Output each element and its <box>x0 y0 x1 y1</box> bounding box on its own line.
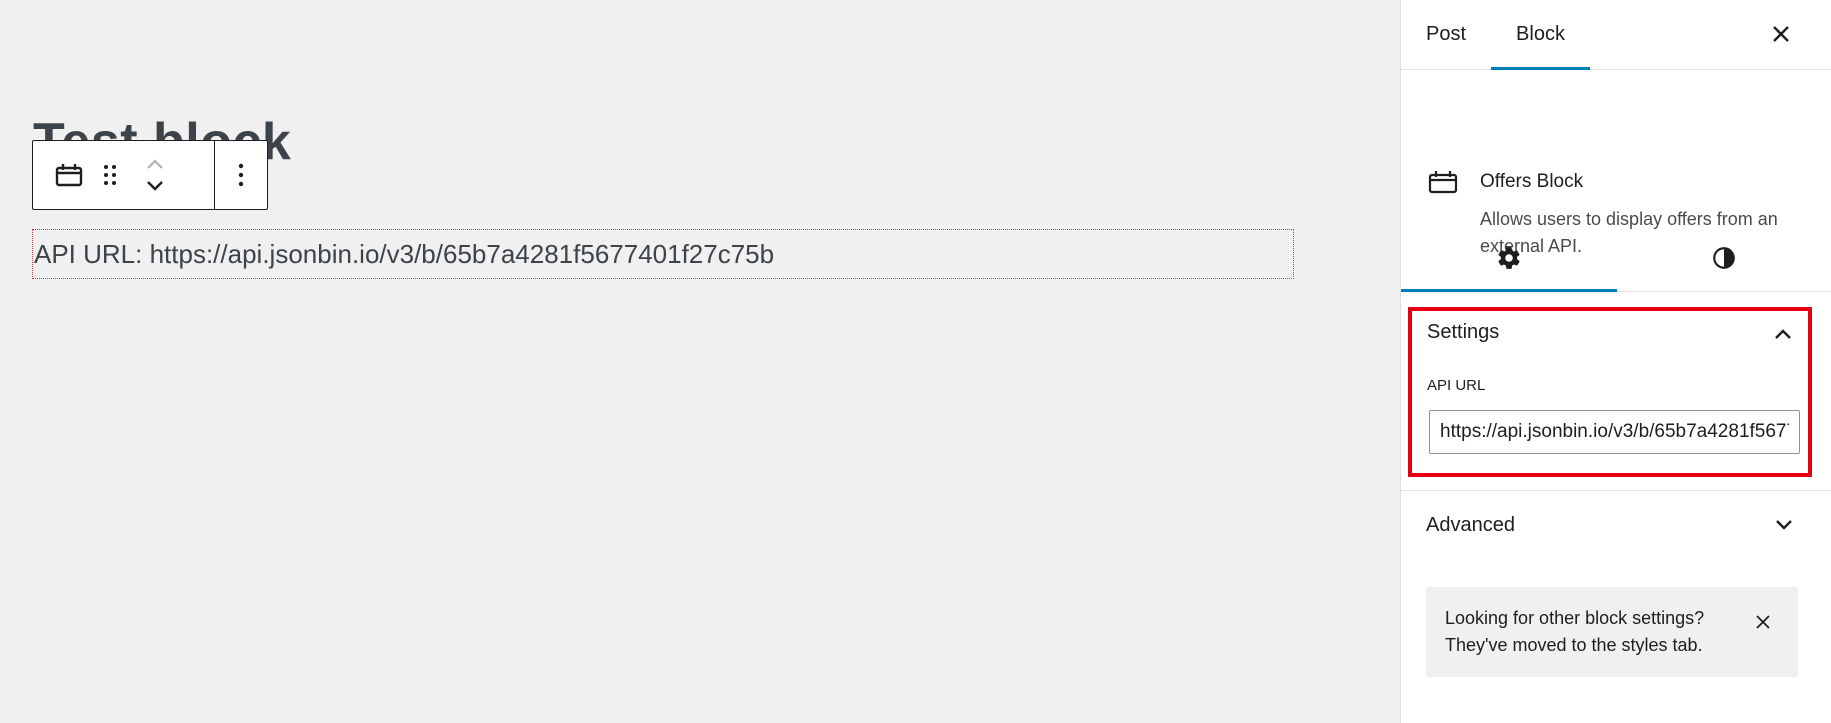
api-url-input[interactable] <box>1429 410 1800 454</box>
inspector-tabs <box>1401 225 1831 292</box>
block-toolbar <box>32 140 268 210</box>
editor-canvas: Test block <box>0 0 1400 723</box>
close-icon <box>1756 615 1770 629</box>
settings-panel-toggle[interactable] <box>1770 321 1796 347</box>
calendar-icon <box>55 164 83 187</box>
api-url-label: API URL <box>1427 377 1486 394</box>
settings-sidebar: Post Block Offers Block Allows users to … <box>1400 0 1831 723</box>
chevron-up-icon <box>147 159 163 169</box>
block-movers <box>133 153 177 197</box>
dismiss-notice-button[interactable] <box>1750 609 1776 635</box>
tab-block[interactable]: Block <box>1491 0 1590 70</box>
move-down-button[interactable] <box>140 175 170 197</box>
advanced-panel-toggle[interactable] <box>1771 512 1797 538</box>
calendar-icon <box>1428 170 1458 199</box>
close-sidebar-button[interactable] <box>1766 19 1796 49</box>
chevron-down-icon <box>147 181 163 191</box>
toolbar-main-group <box>33 141 215 209</box>
sidebar-tabs: Post Block <box>1401 0 1831 70</box>
close-icon <box>1773 26 1789 42</box>
offers-block-text: API URL: https://api.jsonbin.io/v3/b/65b… <box>34 238 775 269</box>
styles-moved-notice: Looking for other block settings? They'v… <box>1426 587 1798 677</box>
chevron-up-icon <box>1775 329 1791 339</box>
offers-block[interactable]: API URL: https://api.jsonbin.io/v3/b/65b… <box>32 229 1294 279</box>
gear-icon <box>1498 247 1520 269</box>
move-up-button[interactable] <box>140 153 170 175</box>
more-vertical-icon <box>238 163 244 187</box>
notice-text: Looking for other block settings? They'v… <box>1445 608 1705 655</box>
advanced-panel-title[interactable]: Advanced <box>1426 514 1515 537</box>
chevron-down-icon <box>1776 520 1792 530</box>
settings-panel: Settings API URL <box>1408 307 1812 477</box>
block-options-button[interactable] <box>221 155 261 195</box>
block-card: Offers Block Allows users to display off… <box>1401 70 1831 256</box>
advanced-panel: Advanced <box>1401 490 1831 564</box>
drag-handle-icon <box>104 165 116 185</box>
block-type-button[interactable] <box>51 155 87 195</box>
block-card-title: Offers Block <box>1480 171 1584 192</box>
tab-styles[interactable] <box>1617 225 1831 291</box>
contrast-icon <box>1713 247 1736 269</box>
drag-handle-button[interactable] <box>87 155 133 195</box>
settings-panel-title[interactable]: Settings <box>1427 321 1499 344</box>
toolbar-options-group <box>215 141 267 209</box>
tab-settings[interactable] <box>1401 225 1617 292</box>
tab-post[interactable]: Post <box>1401 0 1491 69</box>
